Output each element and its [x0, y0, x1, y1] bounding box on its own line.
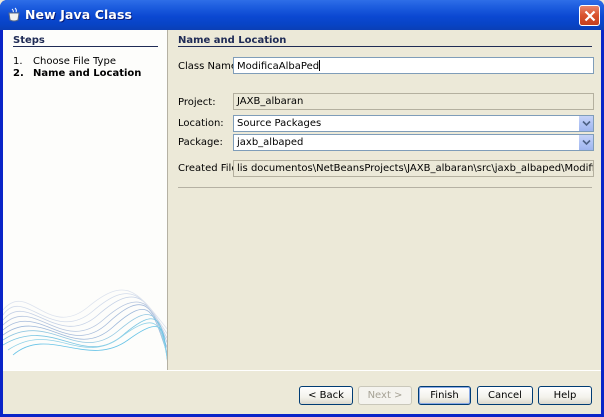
package-combo[interactable]: jaxb_albaped — [233, 134, 594, 151]
package-dropdown-button[interactable] — [578, 135, 593, 150]
project-value: JAXB_albaran — [237, 96, 304, 107]
created-file-field: lis documentos\NetBeansProjects\JAXB_alb… — [233, 160, 594, 177]
help-button[interactable]: Help — [538, 386, 592, 405]
finish-button[interactable]: Finish — [418, 386, 471, 405]
cancel-button[interactable]: Cancel — [477, 386, 533, 405]
title-bar[interactable]: New Java Class — [0, 0, 604, 30]
class-name-value: ModificaAlbaPed — [237, 61, 320, 72]
decorative-waves-image — [3, 289, 167, 361]
project-field: JAXB_albaran — [233, 93, 594, 110]
next-button[interactable]: Next > — [358, 386, 412, 405]
package-label: Package: — [178, 137, 223, 148]
steps-title: Steps — [13, 35, 45, 46]
close-button[interactable] — [579, 5, 600, 26]
dialog-window: New Java Class Steps 1. Choose File Type … — [0, 0, 604, 417]
text-cursor — [319, 60, 321, 71]
class-name-input[interactable]: ModificaAlbaPed — [233, 57, 594, 74]
java-cup-icon — [6, 7, 22, 23]
created-file-value: lis documentos\NetBeansProjects\JAXB_alb… — [237, 163, 593, 174]
step-number: 1. — [13, 56, 23, 67]
steps-panel: Steps 1. Choose File Type 2. Name and Loca… — [3, 30, 168, 370]
step-label: Name and Location — [33, 68, 142, 79]
location-value: Source Packages — [237, 118, 322, 129]
dialog-client: Steps 1. Choose File Type 2. Name and Loca… — [3, 30, 601, 414]
location-label: Location: — [178, 118, 224, 129]
back-button[interactable]: < Back — [299, 386, 353, 405]
step-label: Choose File Type — [33, 56, 116, 67]
chevron-down-icon — [582, 120, 591, 127]
location-dropdown-button[interactable] — [578, 116, 593, 131]
step-name-and-location: 2. Name and Location — [13, 68, 141, 79]
steps-divider — [13, 46, 158, 47]
button-bar-divider — [3, 370, 601, 371]
chevron-down-icon — [582, 139, 591, 146]
section-divider — [178, 46, 592, 47]
package-value: jaxb_albaped — [237, 137, 304, 148]
section-title: Name and Location — [178, 35, 287, 46]
window-title: New Java Class — [25, 7, 133, 22]
name-and-location-panel: Name and Location Class Name: ModificaAl… — [178, 30, 595, 370]
content-divider — [178, 187, 592, 188]
step-choose-file-type: 1. Choose File Type — [13, 56, 116, 67]
project-label: Project: — [178, 97, 216, 108]
step-number: 2. — [13, 68, 24, 79]
created-file-label: Created File: — [178, 163, 241, 174]
location-combo[interactable]: Source Packages — [233, 115, 594, 132]
class-name-label: Class Name: — [178, 61, 241, 72]
close-icon — [584, 10, 596, 22]
